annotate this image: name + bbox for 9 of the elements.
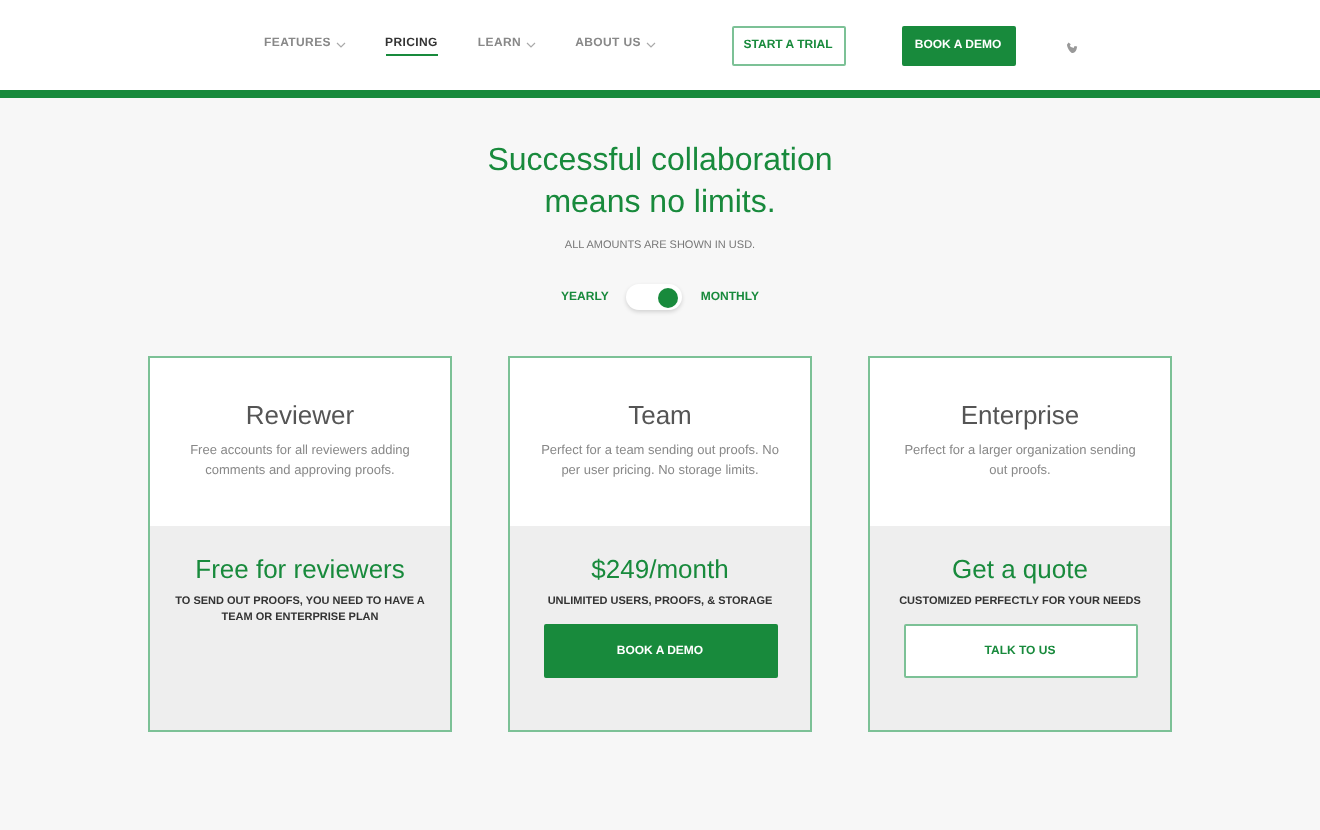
plan-name: Reviewer (245, 400, 355, 430)
plan-price: Get a quote (952, 554, 1088, 584)
plan-price: $249/month (591, 554, 729, 584)
plan-name: Enterprise (960, 400, 1080, 430)
headline: Successful collaboration means no limits. (485, 142, 835, 224)
toggle-thumb[interactable] (658, 287, 679, 307)
billing-toggle[interactable] (626, 284, 683, 310)
plan-name: Team (628, 400, 692, 430)
plan-price: Free for reviewers (195, 554, 405, 584)
